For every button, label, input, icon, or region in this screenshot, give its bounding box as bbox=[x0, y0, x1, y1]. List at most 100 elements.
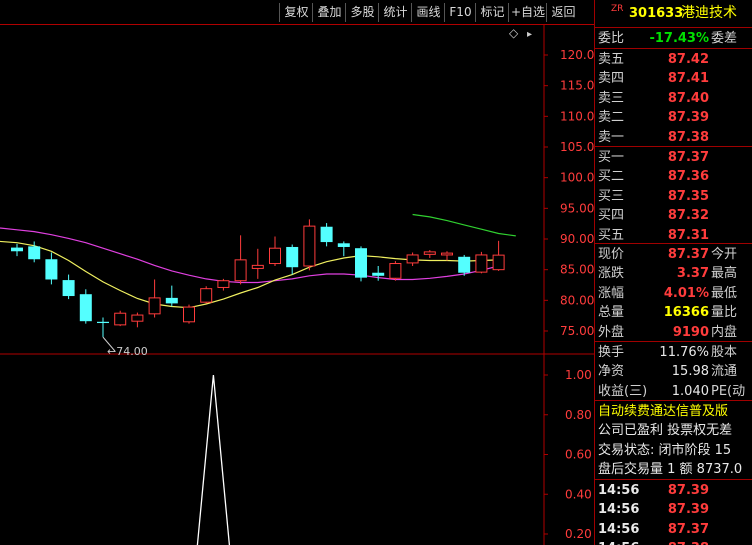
stat-label-right: 最低 bbox=[711, 285, 738, 301]
stat-label-right: 股本 bbox=[711, 345, 738, 360]
note-text: 公司已盈利 投票权无差 bbox=[598, 423, 733, 439]
tick-row: 14:56 87.39 bbox=[595, 500, 752, 519]
price-tick-label: 80.00 bbox=[560, 293, 594, 307]
stat-label: 总量 bbox=[598, 305, 625, 321]
candle-body-down bbox=[28, 246, 41, 260]
ask-price: 87.38 bbox=[667, 129, 709, 145]
toolbar-button-7[interactable]: +自选 bbox=[508, 3, 547, 22]
stock-code: 301633 bbox=[629, 6, 684, 21]
ask-label: 卖四 bbox=[598, 71, 625, 87]
toolbar-button-4[interactable]: 画线 bbox=[411, 3, 445, 22]
stat-value: 4.01% bbox=[663, 285, 709, 301]
volume-tick-label: 0.80 bbox=[565, 408, 592, 422]
divider bbox=[595, 48, 752, 49]
quote-panel: ZR 301633 港迪技术 委比 -17.43% 委差 卖五 87.42 卖四 87… bbox=[594, 0, 752, 545]
candle-body-down bbox=[45, 259, 58, 280]
ask-row: 卖二 87.39 bbox=[595, 108, 752, 127]
divider bbox=[595, 27, 752, 28]
price-tick-label: 90.00 bbox=[560, 232, 594, 246]
candle-body-up bbox=[234, 259, 247, 282]
weibi-label: 委比 bbox=[598, 31, 625, 46]
candle-body-up bbox=[406, 254, 419, 264]
bid-row: 买二 87.36 bbox=[595, 167, 752, 186]
bid-price: 87.35 bbox=[667, 188, 709, 204]
stat-label-right: 最高 bbox=[711, 266, 738, 282]
toolbar-button-5[interactable]: F10 bbox=[444, 3, 476, 22]
stat-value: 11.76% bbox=[659, 345, 709, 360]
bid-label: 买二 bbox=[598, 169, 625, 185]
stat-label: 涨跌 bbox=[598, 266, 625, 282]
ask-price: 87.41 bbox=[667, 71, 709, 87]
stat-row: 涨幅 4.01% 最低 bbox=[595, 284, 752, 303]
price-tick-label: 115.0 bbox=[560, 79, 594, 93]
note-row: 盘后交易量 1 额 8737.0 bbox=[595, 460, 752, 479]
ask-label: 卖三 bbox=[598, 90, 625, 106]
stat-row: 涨跌 3.37 最高 bbox=[595, 264, 752, 283]
stat-label: 净资 bbox=[598, 364, 625, 380]
candle-body-down bbox=[458, 256, 471, 273]
note-text: 交易状态: 闭市阶段 15 bbox=[598, 442, 732, 458]
stat-value: 16366 bbox=[663, 305, 709, 321]
toolbar-button-0[interactable]: 复权 bbox=[279, 3, 313, 22]
candle-body-up bbox=[251, 264, 264, 269]
candle-body-down bbox=[372, 272, 385, 276]
volume-tick-label: 1.00 bbox=[565, 368, 592, 382]
stat-label-right: 量比 bbox=[711, 305, 738, 321]
candle-body-up bbox=[200, 288, 213, 303]
volume-tick-label: 0.20 bbox=[565, 527, 592, 541]
price-tick-label: 120.0 bbox=[560, 48, 594, 62]
kline-chart-area[interactable]: ◇ ▸ 120.0 115.0 110.0 105.0 100.0 95.00 90.00 85.… bbox=[0, 24, 594, 545]
bid-label: 买一 bbox=[598, 150, 625, 165]
toolbar-button-2[interactable]: 多股 bbox=[345, 3, 379, 22]
stock-code-prefix: ZR bbox=[611, 4, 624, 14]
candle-body-up bbox=[303, 225, 316, 267]
bid-row: 买三 87.35 bbox=[595, 187, 752, 206]
bid-price: 87.31 bbox=[667, 227, 709, 243]
candle-body-up bbox=[389, 263, 402, 279]
toolbar-button-6[interactable]: 标记 bbox=[475, 3, 509, 22]
candle-body-up bbox=[183, 306, 195, 323]
stat-value: 9190 bbox=[672, 324, 709, 340]
stat-label-right: 今开 bbox=[711, 247, 738, 262]
bid-price: 87.37 bbox=[667, 150, 709, 165]
stat-label: 涨幅 bbox=[598, 285, 625, 301]
stat-row: 现价 87.37 今开 bbox=[595, 245, 752, 264]
tick-price: 87.37 bbox=[667, 521, 709, 537]
volume-spike-line bbox=[196, 374, 231, 545]
stat-label-right: PE(动 bbox=[711, 383, 746, 399]
stat-label: 收益(三) bbox=[598, 383, 648, 399]
candle-body-up bbox=[492, 254, 505, 271]
kline-chart-svg[interactable]: ◇ ▸ 120.0 115.0 110.0 105.0 100.0 95.00 90.00 85.… bbox=[0, 24, 594, 545]
ask-label: 卖一 bbox=[598, 129, 625, 145]
toolbar-button-1[interactable]: 叠加 bbox=[312, 3, 346, 22]
bid-row: 买五 87.31 bbox=[595, 226, 752, 245]
note-text: 盘后交易量 1 额 8737.0 bbox=[598, 462, 743, 478]
ask-price: 87.40 bbox=[667, 90, 709, 106]
stat-label-right: 流通 bbox=[711, 364, 738, 380]
weibi-value: -17.43% bbox=[649, 31, 709, 46]
price-tick-label: 95.00 bbox=[560, 201, 594, 215]
note-row: 公司已盈利 投票权无差 bbox=[595, 421, 752, 440]
candle-body-down bbox=[62, 280, 75, 297]
candle-body-up bbox=[269, 247, 281, 265]
bid-label: 买五 bbox=[598, 227, 625, 243]
bid-label: 买四 bbox=[598, 208, 625, 224]
ask-row: 卖一 87.38 bbox=[595, 128, 752, 147]
note-row: 交易状态: 闭市阶段 15 bbox=[595, 441, 752, 460]
candle-body-up bbox=[441, 252, 453, 256]
stat-row: 总量 16366 量比 bbox=[595, 303, 752, 322]
tick-time: 14:56 bbox=[598, 539, 639, 545]
stat-row: 换手 11.76% 股本 bbox=[595, 343, 752, 362]
candle-body-up bbox=[148, 297, 161, 315]
stat-value: 15.98 bbox=[671, 364, 709, 380]
toolbar-button-3[interactable]: 统计 bbox=[378, 3, 412, 22]
candle-body-down bbox=[11, 247, 23, 252]
ask-row: 卖三 87.40 bbox=[595, 89, 752, 108]
stat-row: 外盘 9190 内盘 bbox=[595, 323, 752, 342]
tick-row: 14:56 87.39 bbox=[595, 481, 752, 500]
note-row: 自动续费通达信普及版 bbox=[595, 402, 752, 421]
candle-body-down bbox=[79, 294, 92, 322]
tick-price: 87.38 bbox=[668, 539, 709, 545]
toolbar-button-8[interactable]: 返回 bbox=[546, 3, 580, 22]
candle-body-up bbox=[423, 251, 436, 255]
